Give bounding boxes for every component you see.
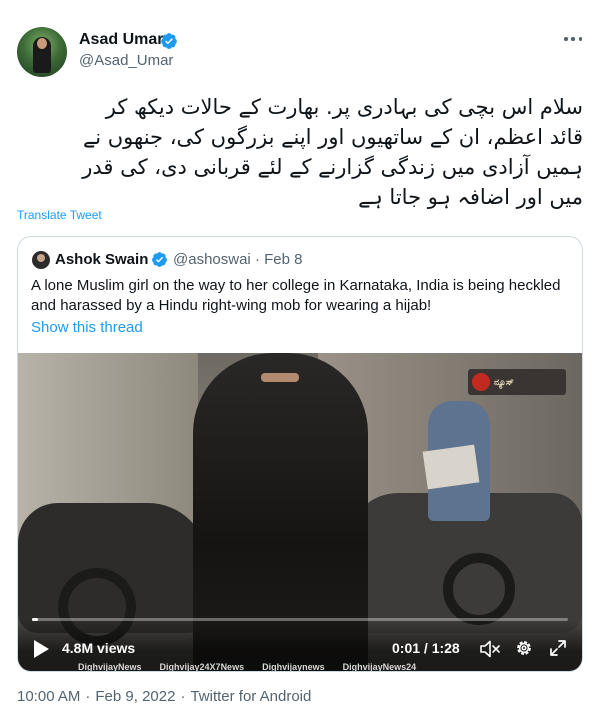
watermark-text: DighvijayNews24: [342, 662, 417, 671]
quoted-tweet[interactable]: Ashok Swain @ashoswai · Feb 8 A lone Mus…: [17, 236, 583, 672]
author-avatar[interactable]: [17, 27, 67, 77]
watermark-text: DighvijayNews: [78, 662, 142, 671]
tweet: Asad Umar @Asad_Umar سلام اس بچی کی بہاد…: [0, 0, 601, 723]
quoted-date: · Feb 8: [254, 251, 303, 268]
tweet-body-line: ہمیں آزادی میں زندگی گزارنے کے لئے قربان…: [82, 155, 583, 179]
watermark-text: Dighvijaynews: [262, 662, 325, 671]
quoted-author-avatar[interactable]: [32, 251, 50, 269]
tweet-body-line: سلام اس بچی کی بہادری پر. بھارت کے حالات…: [105, 95, 583, 119]
tweet-source[interactable]: Twitter for Android: [190, 688, 311, 705]
channel-logo: ನ್ಯೂಸ್: [468, 369, 566, 395]
show-thread-link[interactable]: Show this thread: [31, 319, 143, 336]
video-time: 0:01 / 1:28: [392, 640, 460, 656]
more-icon[interactable]: [564, 30, 582, 48]
separator: ·: [85, 688, 91, 705]
quoted-tweet-text: A lone Muslim girl on the way to her col…: [31, 277, 561, 314]
video-progress-fill: [32, 618, 39, 621]
quoted-author-name[interactable]: Ashok Swain: [55, 251, 148, 268]
quoted-author-handle[interactable]: @ashoswai · Feb 8: [173, 251, 302, 268]
author-handle[interactable]: @Asad_Umar: [79, 52, 173, 69]
verified-badge-icon: [152, 252, 167, 267]
video-progress-bar[interactable]: [32, 618, 568, 621]
channel-logo-text: ನ್ಯೂಸ್: [494, 376, 514, 387]
video-player[interactable]: ನ್ಯೂಸ್ 4.8M views 0:01 / 1:28 DighvijayN…: [18, 353, 582, 671]
tweet-metadata: 10:00 AM · Feb 9, 2022 · Twitter for Android: [17, 688, 311, 705]
separator: ·: [180, 688, 186, 705]
translate-tweet-link[interactable]: Translate Tweet: [17, 208, 102, 222]
watermark-text: Dighvijay24X7News: [159, 662, 245, 671]
verified-badge-icon: [161, 33, 177, 49]
volume-mute-icon[interactable]: [479, 639, 501, 659]
settings-gear-icon[interactable]: [514, 638, 534, 658]
fullscreen-icon[interactable]: [548, 638, 568, 658]
author-name[interactable]: Asad Umar: [79, 31, 163, 49]
video-view-count: 4.8M views: [62, 640, 136, 656]
quoted-handle-text: @ashoswai: [173, 251, 251, 268]
tweet-body: سلام اس بچی کی بہادری پر. بھارت کے حالات…: [17, 92, 583, 212]
play-icon[interactable]: [32, 639, 50, 659]
video-watermarks: DighvijayNews Dighvijay24X7News Dighvija…: [78, 662, 582, 671]
tweet-time[interactable]: 10:00 AM: [17, 688, 80, 705]
tweet-date[interactable]: Feb 9, 2022: [95, 688, 175, 705]
tweet-body-line: قائد اعظم، ان کے ساتھیوں اور اپنے بزرگوں…: [82, 125, 583, 149]
